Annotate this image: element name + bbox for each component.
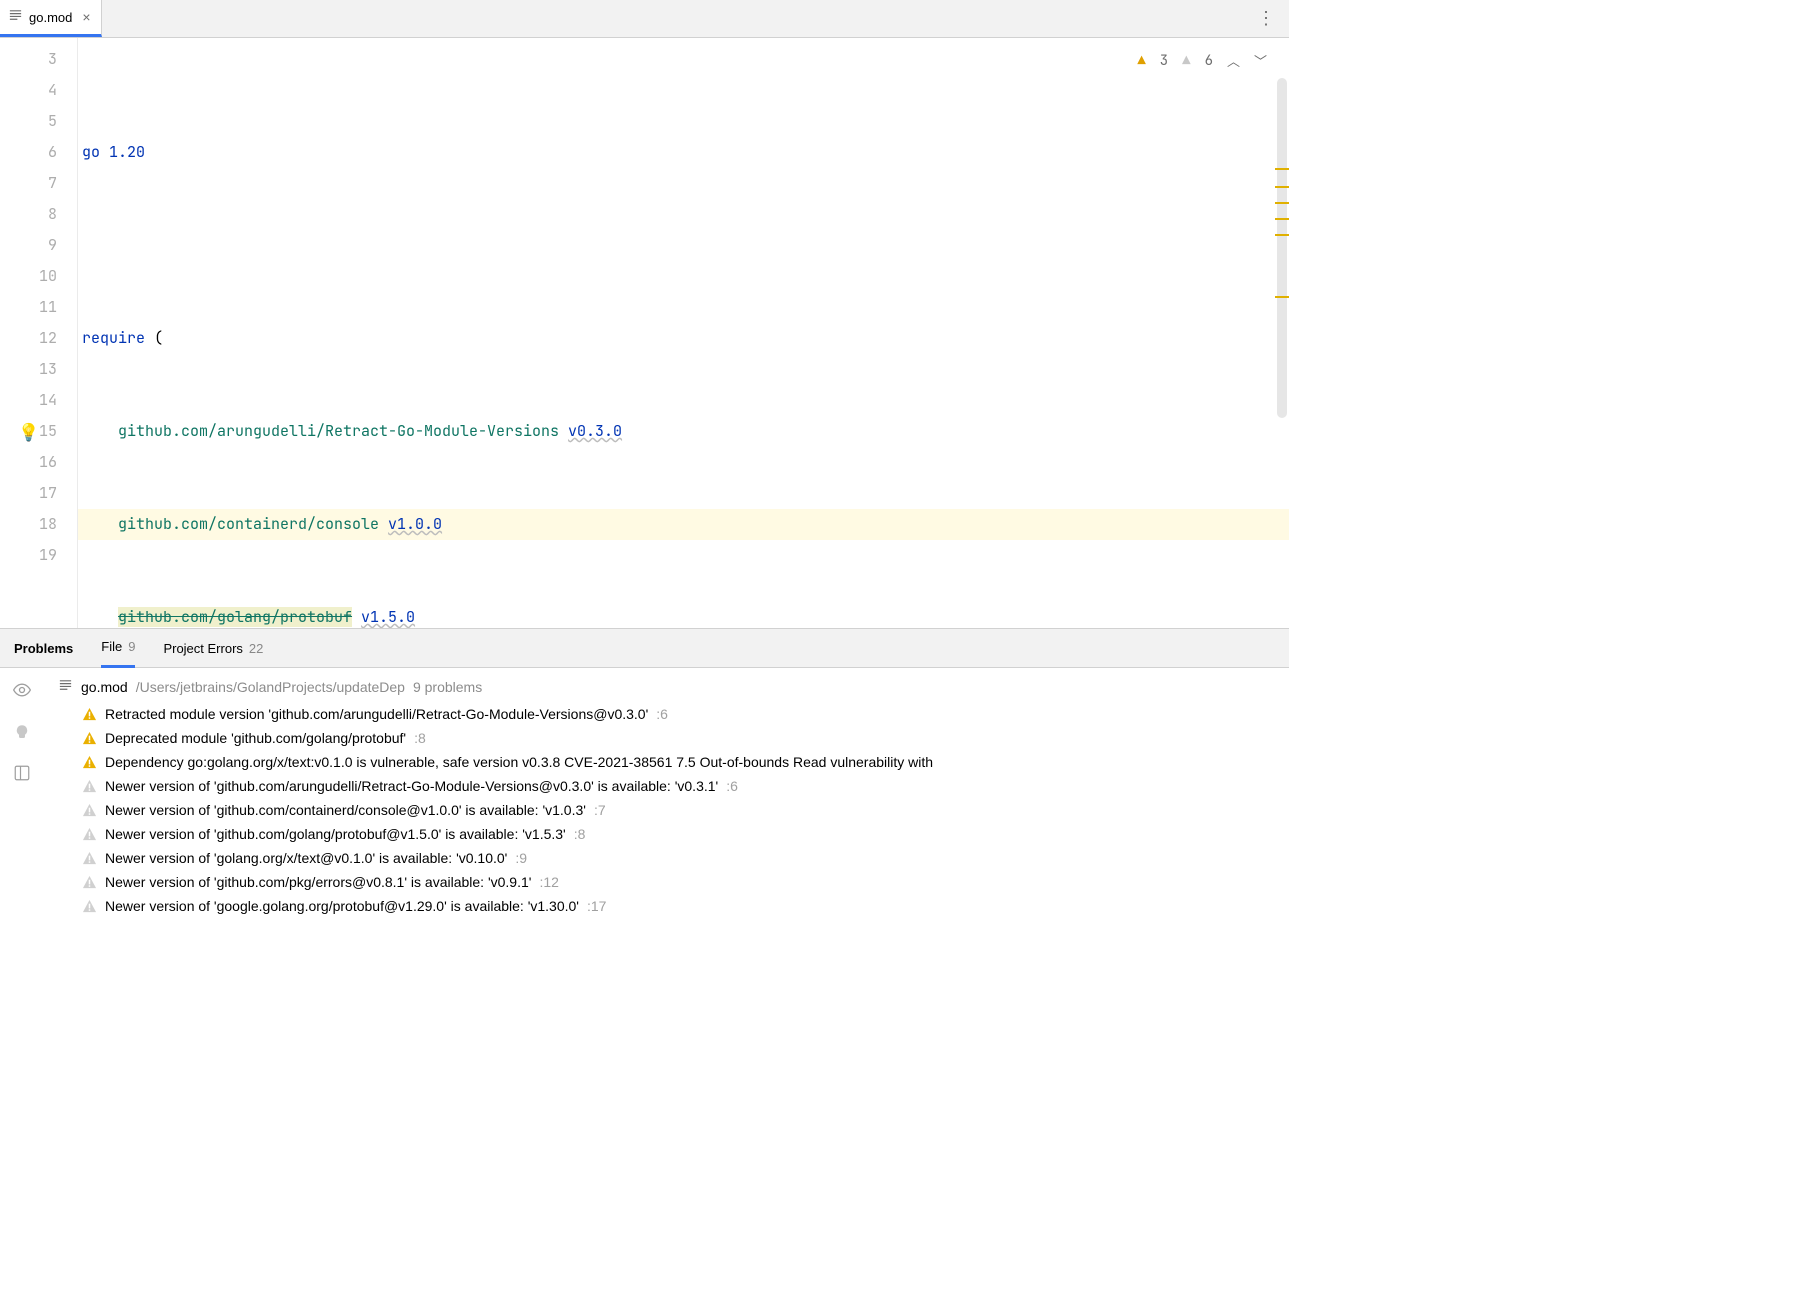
stripe-mark[interactable] [1275,296,1289,298]
error-stripe[interactable] [1277,78,1287,628]
line-number: 6 [0,137,57,168]
weak-warning-icon [82,827,97,842]
code-line: go 1.20 [78,137,1289,168]
code-line: 💡 github.com/arungudelli/Retract-Go-Modu… [78,416,1289,447]
line-number: 4 [0,75,57,106]
problems-toolbar [0,668,44,926]
stripe-mark[interactable] [1275,218,1289,220]
problem-location: :9 [515,850,527,866]
problems-count: 9 problems [413,679,482,695]
problem-text: Retracted module version 'github.com/aru… [105,706,648,722]
chevron-down-icon[interactable]: ﹀ [1254,46,1267,77]
weak-warning-icon [82,899,97,914]
layout-icon[interactable] [13,764,31,787]
problem-location: :8 [414,730,426,746]
inspection-widget[interactable]: ▲ 3 ▲ 6 ︿ ﹀ [1137,46,1267,77]
line-number: 9 [0,230,57,261]
line-number: 14 [0,385,57,416]
problem-row[interactable]: Newer version of 'golang.org/x/text@v0.1… [44,846,1289,870]
line-number: 8 [0,199,57,230]
code-line: github.com/containerd/console v1.0.0 [78,509,1289,540]
stripe-mark[interactable] [1275,234,1289,236]
problems-list: go.mod /Users/jetbrains/GolandProjects/u… [44,668,1289,926]
line-number: 7 [0,168,57,199]
editor-tab-go-mod[interactable]: go.mod × [0,0,102,37]
chevron-up-icon[interactable]: ︿ [1227,46,1240,77]
problem-location: :8 [574,826,586,842]
bulb-icon[interactable] [13,723,31,746]
problem-row[interactable]: Newer version of 'github.com/containerd/… [44,798,1289,822]
weak-warning-icon [82,875,97,890]
tab-menu-button[interactable]: ⋮ [1243,0,1289,37]
problems-file-row[interactable]: go.mod /Users/jetbrains/GolandProjects/u… [44,674,1289,702]
code-line [78,230,1289,261]
line-number: 12 [0,323,57,354]
line-number: 11 [0,292,57,323]
problem-row[interactable]: Newer version of 'github.com/golang/prot… [44,822,1289,846]
editor-tab-bar: go.mod × ⋮ [0,0,1289,38]
problem-row[interactable]: Dependency go:golang.org/x/text:v0.1.0 i… [44,750,1289,774]
line-number: 10 [0,261,57,292]
weak-warning-icon [82,779,97,794]
line-number: 16 [0,447,57,478]
problem-location: :17 [587,898,606,914]
problem-text: Deprecated module 'github.com/golang/pro… [105,730,406,746]
problem-row[interactable]: Newer version of 'github.com/pkg/errors@… [44,870,1289,894]
problem-location: :6 [726,778,738,794]
problems-title: Problems [14,641,73,656]
problems-panel: go.mod /Users/jetbrains/GolandProjects/u… [0,668,1289,926]
problem-location: :7 [594,802,606,818]
warning-icon [82,755,97,770]
weak-count: 6 [1205,46,1213,77]
tab-file[interactable]: File 9 [101,628,135,668]
line-number: 3 [0,44,57,75]
code-area[interactable]: ▲ 3 ▲ 6 ︿ ﹀ go 1.20 require ( 💡 github.com… [78,38,1289,628]
warning-icon [82,707,97,722]
code-line: require ( [78,323,1289,354]
editor: 345678910111213141516171819 ▲3 ▲6 ︿ ﹀ go… [0,38,1289,628]
problem-text: Newer version of 'github.com/pkg/errors@… [105,874,531,890]
problem-text: Newer version of 'google.golang.org/prot… [105,898,579,914]
close-icon[interactable]: × [82,9,90,25]
problem-row[interactable]: Newer version of 'github.com/arungudelli… [44,774,1289,798]
problem-location: :6 [656,706,668,722]
code-line: github.com/golang/protobuf v1.5.0 [78,602,1289,628]
problem-text: Newer version of 'github.com/golang/prot… [105,826,566,842]
scrollbar-thumb[interactable] [1277,78,1287,418]
problem-text: Newer version of 'github.com/arungudelli… [105,778,718,794]
weak-warning-icon: ▲ [1182,46,1190,77]
problems-tab-bar: Problems File 9 Project Errors 22 [0,628,1289,668]
eye-icon[interactable] [12,680,32,705]
problem-text: Newer version of 'github.com/containerd/… [105,802,586,818]
intention-bulb-icon[interactable]: 💡 [18,418,39,449]
file-lines-icon [8,8,23,26]
line-number: 5 [0,106,57,137]
stripe-mark[interactable] [1275,202,1289,204]
line-number: 18 [0,509,57,540]
problem-row[interactable]: Newer version of 'google.golang.org/prot… [44,894,1289,918]
weak-warning-icon [82,851,97,866]
tab-filename: go.mod [29,10,72,25]
line-number: 17 [0,478,57,509]
warn-count: 3 [1160,46,1168,77]
problem-row[interactable]: Deprecated module 'github.com/golang/pro… [44,726,1289,750]
line-number: 19 [0,540,57,571]
problem-text: Dependency go:golang.org/x/text:v0.1.0 i… [105,754,933,770]
line-gutter: 345678910111213141516171819 [0,38,78,628]
warning-icon: ▲ [1137,46,1145,77]
warning-icon [82,731,97,746]
stripe-mark[interactable] [1275,168,1289,170]
problems-file-path: /Users/jetbrains/GolandProjects/updateDe… [136,679,405,695]
line-number: 13 [0,354,57,385]
stripe-mark[interactable] [1275,186,1289,188]
problems-file-name: go.mod [81,679,128,695]
problem-text: Newer version of 'golang.org/x/text@v0.1… [105,850,507,866]
problem-location: :12 [539,874,558,890]
file-lines-icon [58,678,73,696]
tab-project-errors[interactable]: Project Errors 22 [163,641,263,656]
weak-warning-icon [82,803,97,818]
problem-row[interactable]: Retracted module version 'github.com/aru… [44,702,1289,726]
